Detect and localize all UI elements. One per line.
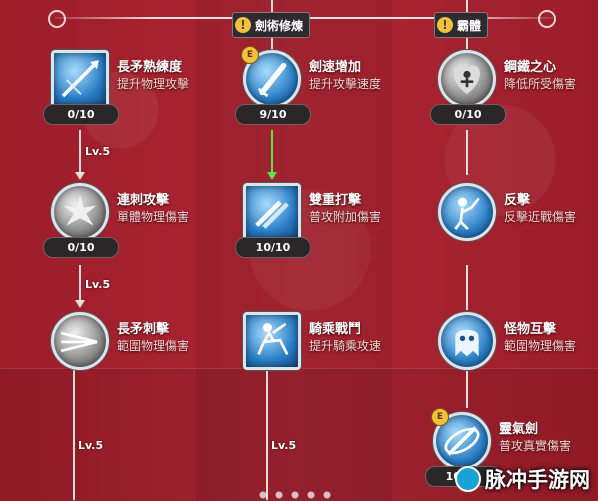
spear-thrust-icon	[51, 312, 109, 370]
skill-name: 雙重打擊	[309, 193, 362, 208]
skill-description: 提升攻擊速度	[309, 77, 382, 91]
skill-level: 0/10	[43, 237, 119, 258]
skill-description: 範圍物理傷害	[504, 339, 577, 353]
skill-name: 鋼鐵之心	[504, 60, 557, 75]
alert-icon: !	[235, 17, 251, 33]
skill-description: 降低所受傷害	[504, 77, 577, 91]
tree-header-sword-training[interactable]: ! 劍術修煉	[232, 12, 311, 38]
connector-line	[466, 265, 468, 310]
skill-description: 提升物理攻擊	[117, 77, 190, 91]
arrow-down-icon	[267, 172, 277, 180]
rail-ornament-left-icon	[48, 10, 66, 28]
tree-header-label: 霸體	[457, 18, 482, 33]
connector-line	[79, 265, 81, 303]
skill-level: 10/10	[235, 237, 311, 258]
skill-name: 反擊	[504, 193, 531, 208]
skill-description: 普攻附加傷害	[309, 210, 382, 224]
skill-name: 騎乘戰鬥	[309, 322, 362, 337]
connector-line	[466, 368, 468, 408]
connector-line	[79, 130, 81, 175]
tree-header-label: 劍術修煉	[255, 18, 304, 33]
connector-line	[73, 368, 75, 500]
connector-line	[466, 130, 468, 175]
rail-ornament-right-icon	[538, 10, 556, 28]
skill-level: 9/10	[235, 104, 311, 125]
skill-description: 反擊近戰傷害	[504, 210, 577, 224]
skill-name: 劍速增加	[309, 60, 362, 75]
skill-description: 單體物理傷害	[117, 210, 190, 224]
skill-description: 普攻真實傷害	[499, 439, 572, 453]
level-requirement: Lv.5	[78, 439, 104, 452]
double-strike-icon	[243, 183, 301, 241]
watermark-logo-icon	[455, 466, 481, 492]
connector-line	[266, 368, 268, 500]
skill-description: 範圍物理傷害	[117, 339, 190, 353]
arrow-down-icon	[75, 172, 85, 180]
monster-clash-icon	[438, 312, 496, 370]
iron-heart-icon	[438, 50, 496, 108]
level-requirement: Lv.5	[271, 439, 297, 452]
level-requirement: Lv.5	[85, 278, 111, 291]
combo-thrust-icon	[51, 183, 109, 241]
mounted-combat-icon	[243, 312, 301, 370]
arrow-down-icon	[75, 300, 85, 308]
tree-header-super-armor[interactable]: ! 霸體	[434, 12, 489, 38]
skill-name: 長矛刺擊	[117, 322, 170, 337]
skill-name: 靈氣劍	[499, 422, 539, 437]
skill-level: 0/10	[430, 104, 506, 125]
skill-level: 0/10	[43, 104, 119, 125]
enhance-badge-icon: E	[241, 46, 259, 64]
watermark-text: 脉冲手游网	[485, 468, 590, 492]
skill-name: 長矛熟練度	[117, 60, 183, 75]
skill-description: 提升騎乘攻速	[309, 339, 382, 353]
skill-name: 連刺攻擊	[117, 193, 170, 208]
bottom-ornament-icon	[255, 490, 335, 500]
alert-icon: !	[437, 17, 453, 33]
spear-mastery-icon	[51, 50, 109, 108]
enhance-badge-icon: E	[431, 408, 449, 426]
skill-name: 怪物互擊	[504, 322, 557, 337]
counter-attack-icon	[438, 183, 496, 241]
level-requirement: Lv.5	[85, 145, 111, 158]
connector-line-unlocked	[271, 130, 273, 175]
watermark: 脉冲手游网	[455, 464, 590, 494]
